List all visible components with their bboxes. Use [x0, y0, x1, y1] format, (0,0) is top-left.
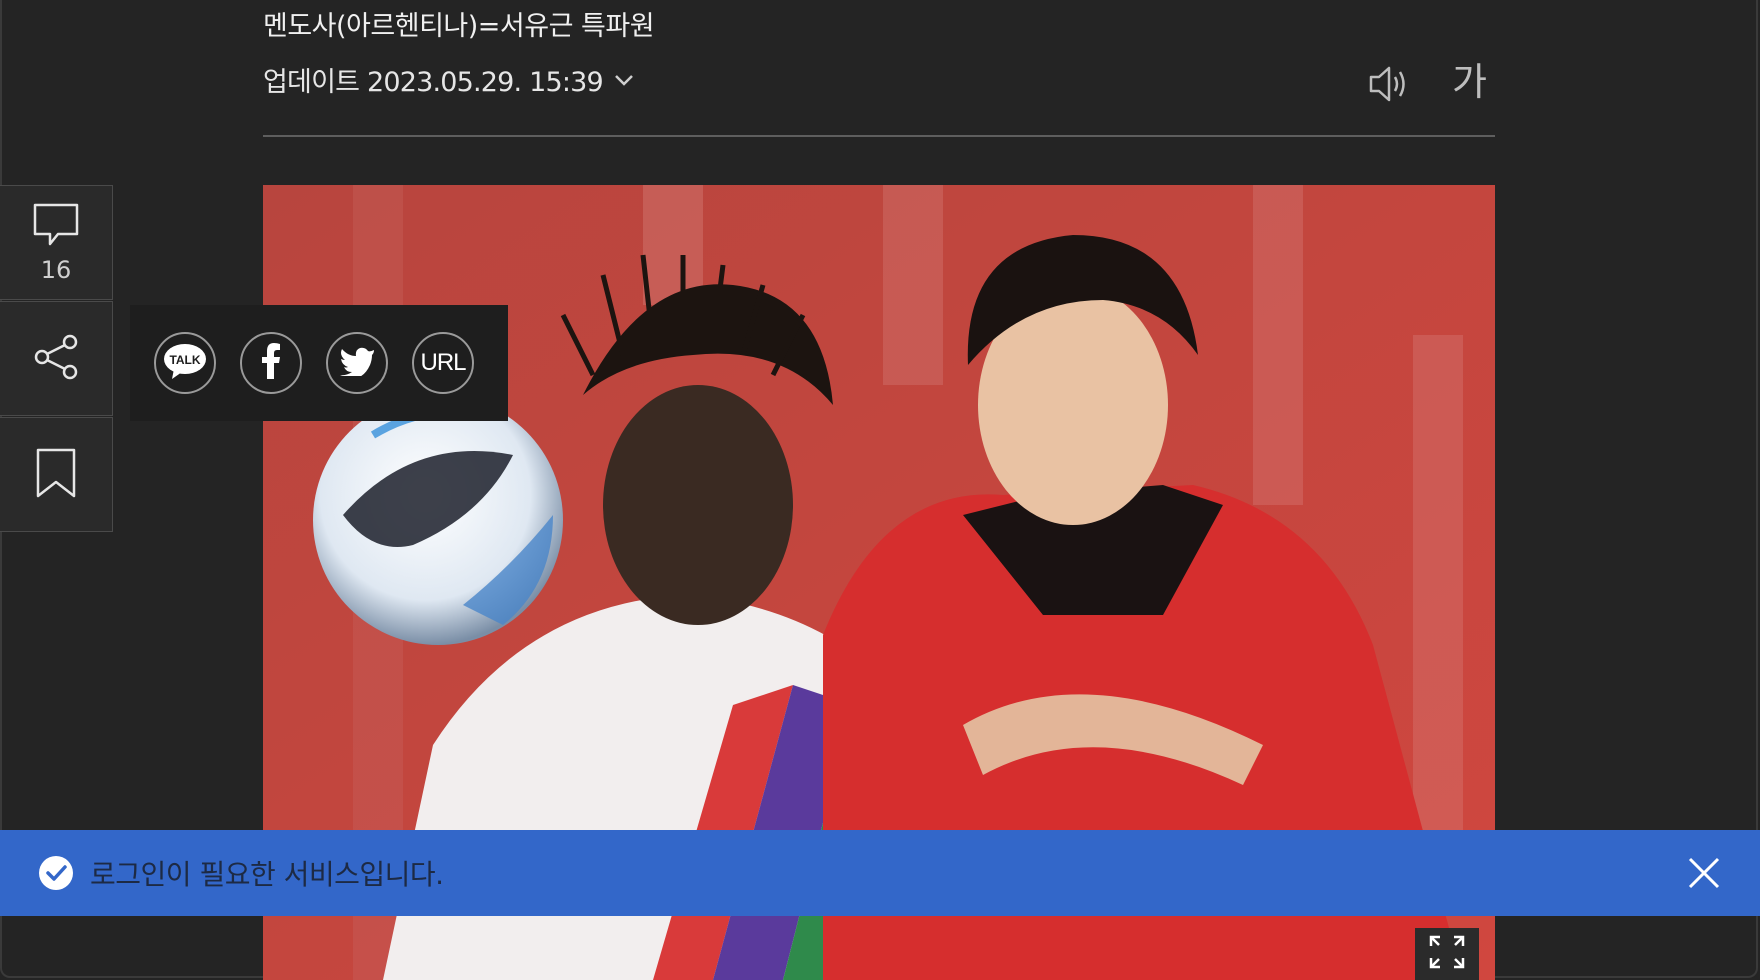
header-divider — [263, 135, 1495, 137]
check-circle-icon — [38, 855, 74, 891]
article-byline: 멘도사(아르헨티나)=서유근 특파원 — [263, 11, 655, 42]
expand-photo-button[interactable] — [1415, 928, 1479, 980]
comment-icon — [32, 202, 80, 252]
expand-icon — [1428, 934, 1466, 974]
bookmark-button[interactable] — [0, 417, 113, 532]
share-icon — [31, 332, 81, 386]
bookmark-icon — [35, 447, 77, 503]
url-share-label: URL — [420, 349, 466, 376]
kakaotalk-label: TALK — [169, 353, 200, 367]
comment-count: 16 — [40, 255, 72, 284]
speaker-icon[interactable] — [1367, 62, 1411, 106]
share-button[interactable] — [0, 301, 113, 416]
close-icon[interactable] — [1686, 855, 1722, 891]
twitter-icon — [339, 346, 375, 380]
chevron-down-icon[interactable] — [613, 69, 635, 91]
share-popup: TALK URL — [130, 305, 508, 421]
comment-button[interactable]: 16 — [0, 185, 113, 300]
login-required-toast: 로그인이 필요한 서비스입니다. — [0, 830, 1760, 916]
toast-message: 로그인이 필요한 서비스입니다. — [90, 858, 444, 891]
font-size-button[interactable]: 가 — [1452, 60, 1487, 104]
url-share-button[interactable]: URL — [412, 332, 474, 394]
facebook-icon — [259, 343, 283, 383]
side-action-rail: 16 — [0, 185, 115, 533]
update-timestamp: 업데이트 2023.05.29. 15:39 — [263, 67, 604, 98]
kakaotalk-share-button[interactable]: TALK — [154, 332, 216, 394]
kakaotalk-icon: TALK — [162, 341, 208, 385]
update-info[interactable]: 업데이트 2023.05.29. 15:39 — [263, 60, 635, 99]
facebook-share-button[interactable] — [240, 332, 302, 394]
twitter-share-button[interactable] — [326, 332, 388, 394]
